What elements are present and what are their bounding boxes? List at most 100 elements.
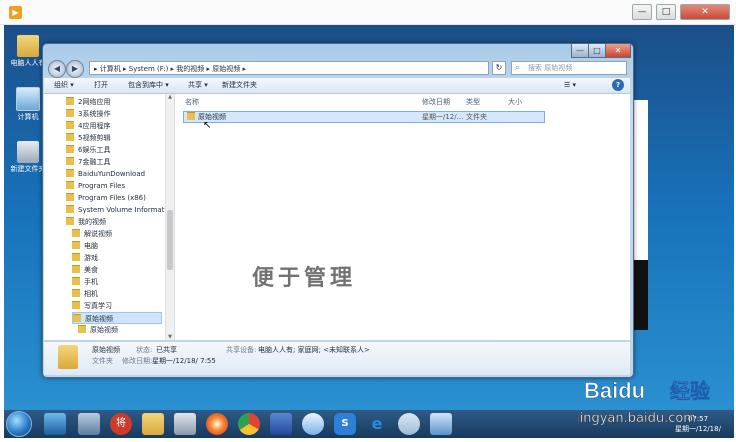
window-close-button[interactable]: ✕ — [605, 44, 631, 58]
column-header-name[interactable]: 名称 — [185, 97, 199, 107]
folder-icon — [72, 253, 80, 261]
player-maximize-button[interactable]: □ — [656, 4, 676, 20]
sidebar-item-label: 游戏 — [84, 254, 98, 262]
details-modified-value: 星期一/12/18/ 7:55 — [152, 357, 216, 365]
file-row[interactable]: 原始视频 星期一/12/... 文件夹 — [183, 111, 545, 123]
organize-button[interactable]: 组织 ▾ — [54, 78, 74, 93]
view-options-button[interactable]: ☰ ▾ — [564, 78, 576, 93]
sidebar-item-label: Program Files — [78, 182, 126, 190]
sidebar-item[interactable]: 3系统操作 — [66, 108, 162, 120]
chrome-icon[interactable] — [238, 413, 260, 435]
sidebar-item[interactable]: 原始视频 — [78, 324, 162, 336]
folder-icon — [66, 121, 74, 129]
word-icon[interactable] — [270, 413, 292, 435]
scroll-down-arrow[interactable]: ▼ — [166, 334, 174, 340]
window-maximize-button[interactable]: □ — [588, 44, 606, 58]
command-bar: 组织 ▾ 打开 包含到库中 ▾ 共享 ▾ 新建文件夹 ☰ ▾ ? — [44, 78, 630, 94]
sidebar-item[interactable]: 手机 — [72, 276, 162, 288]
scroll-up-arrow[interactable]: ▲ — [166, 94, 174, 100]
sidebar-item-label: 原始视频 — [90, 326, 118, 334]
folder-icon — [66, 181, 74, 189]
sidebar-item[interactable]: Program Files — [66, 180, 162, 192]
details-state-value: 已共享 — [156, 346, 177, 354]
sidebar-item[interactable]: System Volume Informatio — [66, 204, 171, 216]
sidebar-item[interactable]: 解说视频 — [72, 228, 162, 240]
player-minimize-button[interactable]: — — [632, 4, 652, 20]
new-folder-button[interactable]: 新建文件夹 — [222, 78, 257, 93]
window-minimize-button[interactable]: — — [571, 44, 589, 58]
desktop-icon[interactable] — [44, 413, 66, 435]
ie-icon[interactable]: e — [366, 413, 388, 435]
folder-icon — [17, 141, 39, 163]
sidebar-item-label: Program Files (x86) — [78, 194, 146, 202]
monitor-icon[interactable] — [430, 413, 452, 435]
folder-icon — [78, 325, 86, 333]
folder-icon — [72, 289, 80, 297]
windows-media-icon[interactable] — [206, 413, 228, 435]
cloud-icon[interactable] — [302, 413, 324, 435]
play-icon: ▶ — [9, 6, 22, 19]
refresh-button[interactable]: ↻ — [492, 61, 506, 75]
sidebar-item[interactable]: 7金融工具 — [66, 156, 162, 168]
app-jiang-icon[interactable]: 将 — [110, 413, 132, 435]
baidu-url-text: jingyan.baidu.com — [578, 411, 696, 426]
sidebar-item[interactable]: 5视频剪辑 — [66, 132, 162, 144]
folder-icon — [72, 241, 80, 249]
sidebar-item[interactable]: 4应用程序 — [66, 120, 162, 132]
search-input[interactable]: ⌕ 搜索 原始视频 — [511, 61, 627, 75]
sidebar-item[interactable]: 相机 — [72, 288, 162, 300]
sidebar-item-label: 电脑 — [84, 242, 98, 250]
paint-icon[interactable] — [398, 413, 420, 435]
sidebar-item[interactable]: Program Files (x86) — [66, 192, 162, 204]
sogou-icon[interactable]: S — [334, 413, 356, 435]
start-button[interactable] — [6, 411, 32, 437]
help-icon[interactable]: ? — [612, 79, 624, 91]
network-icon[interactable] — [78, 413, 100, 435]
column-header-size[interactable]: 大小 — [508, 97, 522, 107]
share-button[interactable]: 共享 ▾ — [188, 78, 208, 93]
sidebar-item[interactable]: 电脑 — [72, 240, 162, 252]
sidebar-item[interactable]: 原始视频 — [72, 312, 162, 324]
sidebar-item[interactable]: 我的视频 — [66, 216, 162, 228]
sidebar-item[interactable]: BaiduYunDownload — [66, 168, 162, 180]
sidebar-item[interactable]: 游戏 — [72, 252, 162, 264]
sidebar-item-label: BaiduYunDownload — [78, 170, 146, 178]
folder-icon — [66, 157, 74, 165]
details-shared-label: 共享设备: — [226, 346, 257, 354]
file-date: 星期一/12/... — [422, 113, 464, 121]
player-close-button[interactable]: ✕ — [680, 4, 730, 20]
tools-icon[interactable] — [174, 413, 196, 435]
sidebar-item-label: 我的视频 — [78, 218, 106, 226]
sidebar-item[interactable]: 2网络应用 — [66, 96, 162, 108]
details-pane: 原始视频 状态: 已共享 共享设备: 电脑人人有; 家庭网; <未知联系人> 文… — [44, 341, 630, 375]
folder-icon — [17, 35, 39, 57]
folder-icon — [66, 97, 74, 105]
details-shared-value: 电脑人人有; 家庭网; <未知联系人> — [258, 346, 370, 354]
sidebar-item[interactable]: 美食 — [72, 264, 162, 276]
folder-icon — [66, 193, 74, 201]
include-in-library-button[interactable]: 包含到库中 ▾ — [128, 78, 169, 93]
sidebar-item[interactable]: 6娱乐工具 — [66, 144, 162, 156]
folder-icon[interactable] — [142, 413, 164, 435]
sidebar-item-label: 手机 — [84, 278, 98, 286]
sidebar-item[interactable]: 写真学习 — [72, 300, 162, 312]
details-name: 原始视频 — [92, 346, 120, 354]
back-button[interactable]: ◀ — [48, 60, 66, 78]
folder-icon — [72, 277, 80, 285]
sidebar-item-label: 7金融工具 — [78, 158, 111, 166]
column-header-date[interactable]: 修改日期 — [422, 97, 450, 107]
column-header-type[interactable]: 类型 — [466, 97, 480, 107]
search-icon: ⌕ — [515, 63, 520, 72]
address-bar[interactable]: ▸ 计算机 ▸ System (F:) ▸ 我的视频 ▸ 原始视频 ▸ — [89, 61, 489, 75]
desktop-icon-label: 计算机 — [17, 113, 39, 121]
scroll-thumb[interactable] — [167, 210, 173, 270]
explorer-window: — □ ✕ ◀ ▶ ▸ 计算机 ▸ System (F:) ▸ 我的视频 ▸ 原… — [42, 43, 634, 378]
forward-button[interactable]: ▶ — [66, 60, 84, 78]
folder-icon — [66, 109, 74, 117]
navigation-scrollbar[interactable]: ▲ ▼ — [165, 94, 174, 340]
folder-icon — [66, 205, 74, 213]
desktop-icon-label: 电脑人人有 — [10, 59, 46, 67]
folder-icon — [66, 145, 74, 153]
open-button[interactable]: 打开 — [94, 78, 108, 93]
sidebar-item-label: 4应用程序 — [78, 122, 111, 130]
